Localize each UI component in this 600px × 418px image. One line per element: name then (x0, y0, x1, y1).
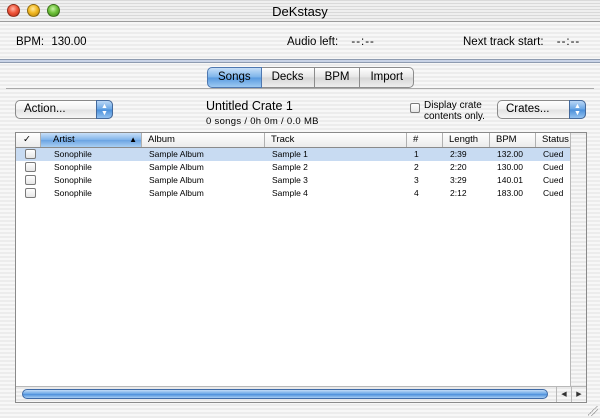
up-down-arrows-icon: ▲ ▼ (96, 100, 113, 119)
cell-status: Cued (543, 162, 564, 172)
column-track[interactable]: Track (265, 133, 407, 147)
column-check[interactable]: ✓ (16, 133, 41, 147)
scroll-left-arrow-icon[interactable]: ◀ (556, 387, 571, 402)
cell-artist: Sonophile (54, 175, 92, 185)
table-row[interactable]: Sonophile Sample Album Sample 3 3 3:29 1… (16, 174, 570, 187)
audio-left-label: Audio left: (287, 36, 339, 48)
cell-length: 2:20 (450, 162, 467, 172)
audio-left-value: --:-- (351, 36, 375, 48)
tab-divider (6, 88, 594, 89)
action-popup[interactable]: Action... ▲ ▼ (15, 100, 113, 119)
vertical-scrollbar[interactable] (570, 133, 586, 387)
column-status[interactable]: Status (536, 133, 570, 147)
app-window: DeKstasy BPM: 130.00 Audio left: --:-- N… (0, 0, 600, 418)
row-checkbox[interactable] (25, 175, 36, 185)
cell-bpm: 140.01 (497, 175, 523, 185)
cell-album: Sample Album (149, 149, 204, 159)
row-checkbox[interactable] (25, 188, 36, 198)
table-row[interactable]: Sonophile Sample Album Sample 1 1 2:39 1… (16, 148, 570, 161)
table-row[interactable]: Sonophile Sample Album Sample 4 4 2:12 1… (16, 187, 570, 200)
crates-popup[interactable]: Crates... ▲ ▼ (497, 100, 586, 119)
column-artist-label: Artist (53, 134, 75, 145)
column-bpm[interactable]: BPM (490, 133, 536, 147)
scroll-right-arrow-icon[interactable]: ▶ (571, 387, 586, 402)
bpm-value: 130.00 (51, 36, 87, 48)
cell-artist: Sonophile (54, 149, 92, 159)
tab-import[interactable]: Import (360, 67, 415, 88)
cell-bpm: 132.00 (497, 149, 523, 159)
cell-artist: Sonophile (54, 162, 92, 172)
cell-status: Cued (543, 175, 564, 185)
resize-grip-icon[interactable] (588, 406, 598, 416)
cell-album: Sample Album (149, 175, 204, 185)
crate-info: 0 songs / 0h 0m / 0.0 MB (206, 116, 319, 127)
cell-length: 3:29 (450, 175, 467, 185)
cell-bpm: 183.00 (497, 188, 523, 198)
songs-table[interactable]: ✓ Artist ▲ Album Track # Length BPM Stat… (15, 132, 587, 403)
tab-bar: Songs Decks BPM Import (207, 67, 415, 88)
action-popup-label: Action... (24, 103, 66, 115)
table-row[interactable]: Sonophile Sample Album Sample 2 2 2:20 1… (16, 161, 570, 174)
window-title: DeKstasy (272, 4, 328, 19)
cell-album: Sample Album (149, 162, 204, 172)
row-checkbox[interactable] (25, 162, 36, 172)
cell-status: Cued (543, 188, 564, 198)
cell-track: Sample 2 (272, 162, 308, 172)
cell-track: Sample 3 (272, 175, 308, 185)
column-length[interactable]: Length (443, 133, 490, 147)
header-separator (0, 59, 600, 63)
cell-number: 1 (414, 149, 419, 159)
cell-number: 3 (414, 175, 419, 185)
crate-name: Untitled Crate 1 (206, 99, 293, 113)
row-checkbox[interactable] (25, 149, 36, 159)
crates-popup-label: Crates... (506, 103, 550, 115)
bpm-label: BPM: (16, 36, 45, 48)
bpm-status: BPM: 130.00 (16, 36, 87, 48)
horizontal-scroll-thumb[interactable] (22, 389, 548, 399)
column-album[interactable]: Album (142, 133, 265, 147)
cell-artist: Sonophile (54, 188, 92, 198)
cell-length: 2:12 (450, 188, 467, 198)
cell-length: 2:39 (450, 149, 467, 159)
cell-album: Sample Album (149, 188, 204, 198)
cell-track: Sample 4 (272, 188, 308, 198)
audio-left-status: Audio left: --:-- (287, 36, 375, 48)
tab-decks[interactable]: Decks (261, 67, 315, 88)
title-bar[interactable]: DeKstasy (0, 0, 600, 22)
cell-bpm: 130.00 (497, 162, 523, 172)
display-crate-label: Display crate contents only. (424, 100, 485, 122)
horizontal-scroll-arrows: ◀ ▶ (556, 387, 586, 402)
horizontal-scrollbar[interactable]: ◀ ▶ (16, 386, 586, 402)
display-crate-checkbox[interactable] (410, 103, 420, 113)
next-track-value: --:-- (556, 36, 581, 48)
next-track-status: Next track start: --:-- (463, 36, 580, 48)
column-number[interactable]: # (407, 133, 443, 147)
next-track-label: Next track start: (463, 36, 544, 48)
tab-bpm[interactable]: BPM (314, 67, 361, 88)
cell-status: Cued (543, 149, 564, 159)
column-artist[interactable]: Artist ▲ (41, 133, 142, 147)
cell-number: 4 (414, 188, 419, 198)
up-down-arrows-icon: ▲ ▼ (569, 100, 586, 119)
tab-songs[interactable]: Songs (207, 67, 262, 88)
cell-number: 2 (414, 162, 419, 172)
cell-track: Sample 1 (272, 149, 308, 159)
sort-ascending-icon: ▲ (129, 135, 137, 144)
table-header: ✓ Artist ▲ Album Track # Length BPM Stat… (16, 133, 570, 148)
